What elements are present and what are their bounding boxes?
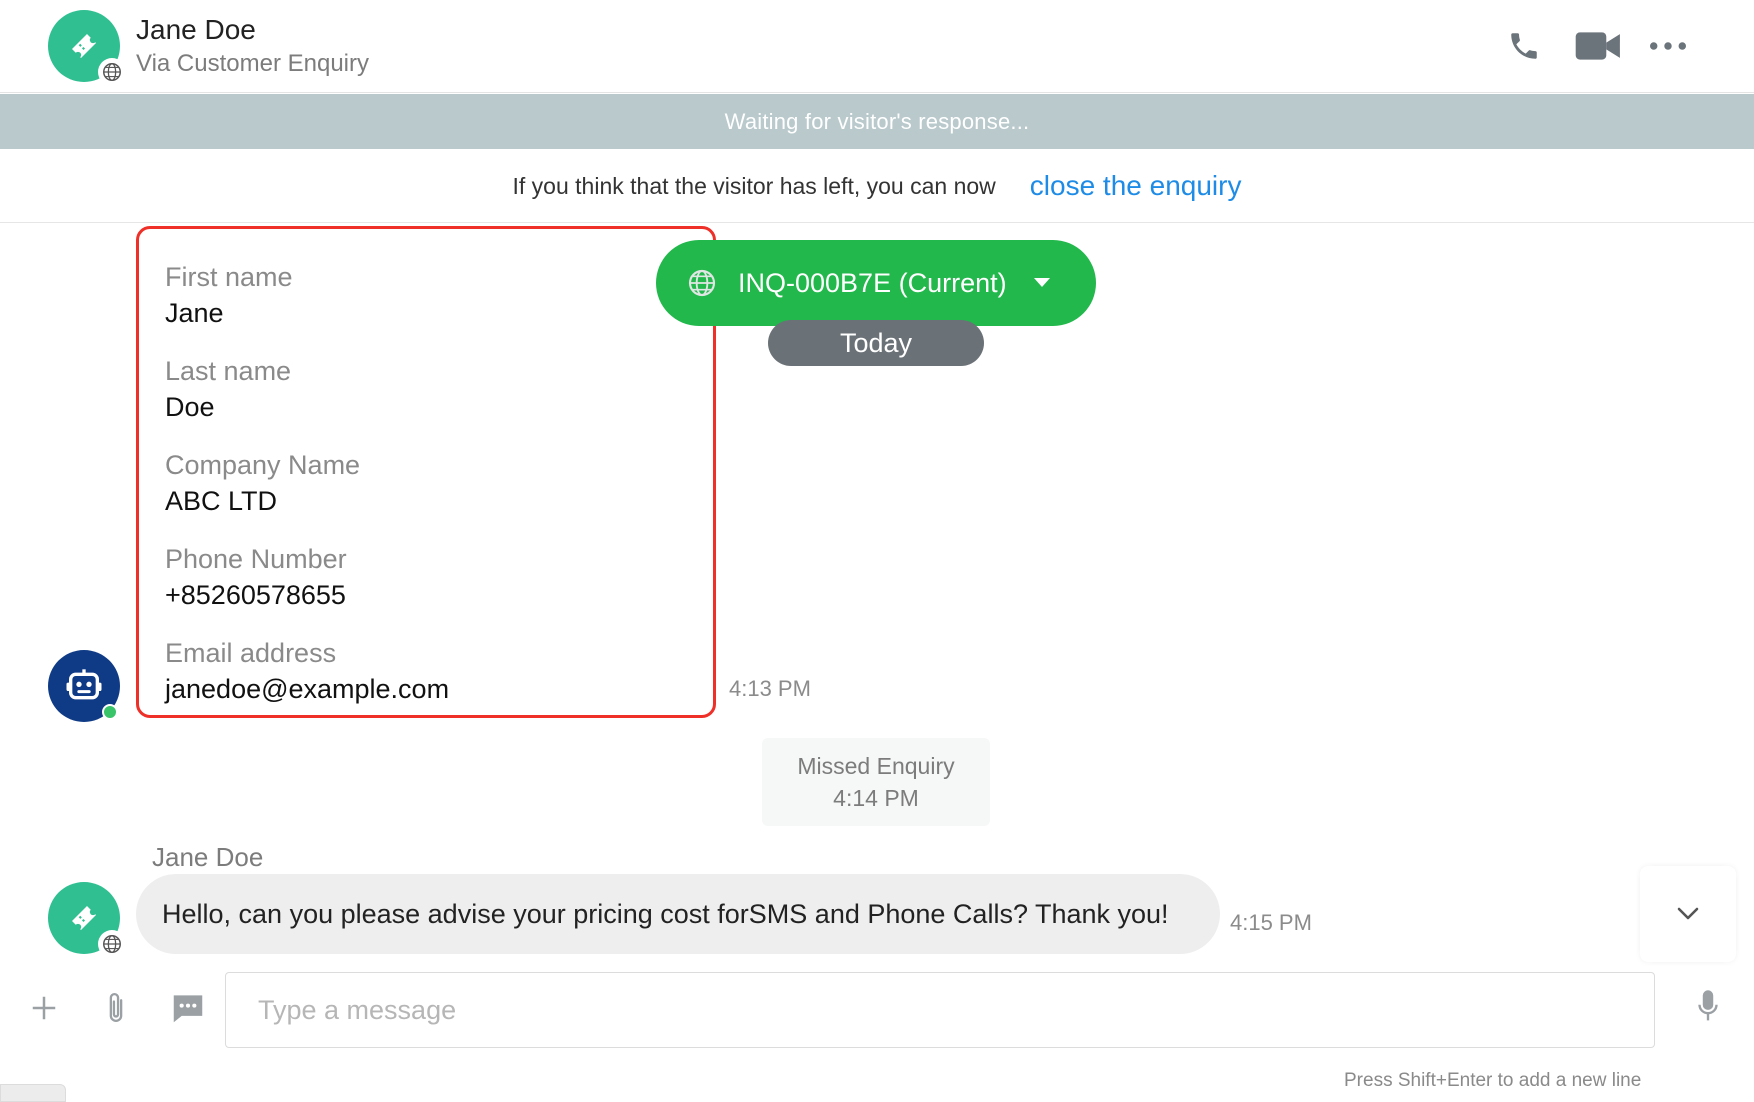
scroll-to-bottom-button[interactable] (1640, 866, 1736, 962)
contact-source: Via Customer Enquiry (136, 50, 369, 77)
waiting-status-banner: Waiting for visitor's response... (0, 94, 1754, 149)
microphone-icon (1698, 990, 1718, 1021)
field-value: Doe (165, 392, 215, 422)
missed-enquiry-time: 4:14 PM (833, 785, 919, 811)
voice-input-button[interactable] (1692, 986, 1724, 1026)
globe-icon (103, 935, 121, 953)
plus-icon (32, 996, 56, 1020)
canned-responses-button[interactable] (168, 988, 208, 1028)
visitor-avatar (48, 882, 126, 958)
bot-avatar (48, 650, 120, 722)
caret-down-icon (1033, 278, 1050, 287)
message-sender-name: Jane Doe (152, 842, 264, 872)
form-field: Company Name ABC LTD (165, 447, 687, 519)
message-composer: Press Shift+Enter to add a new line (0, 972, 1754, 1102)
ticket-icon (72, 906, 96, 930)
video-call-button[interactable] (1574, 28, 1622, 64)
chevron-down-icon (1677, 907, 1699, 920)
message-bubble: Hello, can you please advise your pricin… (136, 874, 1220, 954)
field-value: Jane (165, 298, 224, 328)
more-horizontal-icon (1650, 42, 1686, 50)
contact-name: Jane Doe (136, 14, 256, 45)
web-channel-badge (98, 58, 126, 86)
globe-icon (688, 269, 716, 297)
paperclip-icon (109, 992, 123, 1022)
missed-enquiry-notice: Missed Enquiry 4:14 PM (762, 738, 990, 826)
field-label: Email address (165, 638, 337, 668)
inquiry-label: INQ-000B7E (Current) (738, 267, 1007, 298)
field-label: First name (165, 262, 293, 292)
attach-file-button[interactable] (100, 988, 132, 1028)
field-label: Phone Number (165, 544, 347, 574)
form-field: Last name Doe (165, 353, 687, 425)
missed-enquiry-label: Missed Enquiry (797, 753, 955, 779)
form-field: First name Jane (165, 259, 687, 331)
ticket-icon (72, 34, 96, 58)
robot-icon (66, 669, 102, 700)
close-enquiry-link[interactable]: close the enquiry (1030, 170, 1242, 202)
phone-icon (1511, 33, 1537, 59)
add-attachment-button[interactable] (26, 990, 62, 1026)
field-value: janedoe@example.com (165, 674, 450, 704)
chat-window: Jane Doe Via Customer Enquiry Waiting fo… (0, 0, 1754, 1102)
visitor-details-card: First name Jane Last name Doe Company Na… (136, 226, 716, 718)
inquiry-selector[interactable]: INQ-000B7E (Current) (656, 240, 1096, 326)
field-label: Last name (165, 356, 292, 386)
web-channel-badge (98, 930, 126, 958)
form-field: Phone Number +85260578655 (165, 541, 687, 613)
chat-bubble-icon (173, 995, 203, 1023)
globe-icon (103, 63, 121, 81)
message-timestamp: 4:15 PM (1230, 910, 1312, 935)
message-timestamp: 4:13 PM (729, 676, 811, 701)
contact-avatar[interactable] (48, 10, 126, 86)
field-value: ABC LTD (165, 486, 278, 516)
collapsed-panel-tab[interactable] (0, 1084, 66, 1102)
composer-hint: Press Shift+Enter to add a new line (1344, 1070, 1642, 1091)
more-options-button[interactable] (1648, 28, 1688, 64)
phone-call-button[interactable] (1504, 28, 1544, 64)
online-status-dot (102, 704, 118, 720)
chat-header: Jane Doe Via Customer Enquiry (0, 0, 1754, 93)
close-enquiry-bar: If you think that the visitor has left, … (0, 150, 1754, 223)
video-camera-icon (1575, 32, 1621, 60)
field-value: +85260578655 (165, 580, 346, 610)
field-label: Company Name (165, 450, 361, 480)
date-divider: Today (768, 320, 984, 366)
close-enquiry-message: If you think that the visitor has left, … (512, 172, 996, 199)
form-field: Email address janedoe@example.com (165, 635, 687, 707)
message-input[interactable] (225, 972, 1655, 1048)
